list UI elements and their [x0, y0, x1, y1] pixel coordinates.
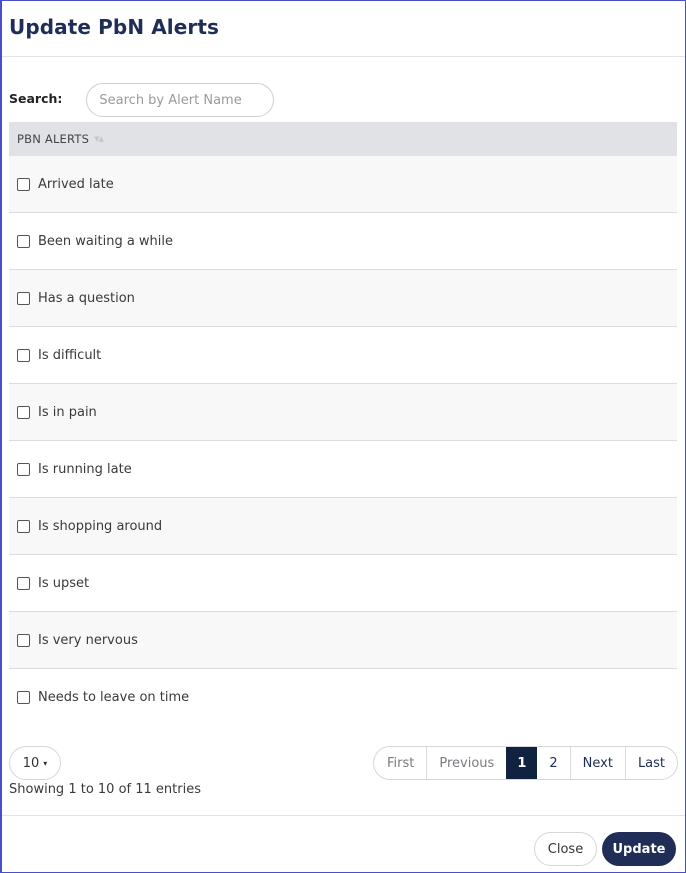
alert-checkbox[interactable]	[17, 576, 30, 590]
alert-checkbox[interactable]	[17, 405, 30, 419]
alert-checkbox[interactable]	[17, 234, 30, 248]
alert-checkbox[interactable]	[17, 691, 30, 704]
table-row[interactable]: Is difficult	[9, 327, 677, 384]
table-row[interactable]: Has a question	[9, 270, 677, 327]
alert-label: Needs to leave on time	[38, 690, 190, 705]
alert-label: Been waiting a while	[38, 233, 174, 249]
table-row[interactable]: Is running late	[9, 441, 677, 498]
alert-checkbox[interactable]	[17, 519, 30, 533]
column-header-pbn-alerts[interactable]: PBN ALERTS ▼▲	[9, 122, 677, 156]
table-row[interactable]: Is upset	[9, 555, 677, 612]
alert-checkbox[interactable]	[17, 633, 30, 647]
entries-info: Showing 1 to 10 of 11 entries	[9, 782, 201, 797]
alert-checkbox[interactable]	[17, 177, 30, 191]
caret-down-icon: ▾	[43, 758, 48, 768]
dialog-header: Update PbN Alerts	[2, 1, 685, 57]
pagination: First Previous 1 2 Next Last	[373, 746, 679, 780]
table-row[interactable]: Is in pain	[9, 384, 677, 441]
pagination-page-2[interactable]: 2	[537, 747, 569, 779]
alert-label: Is in pain	[38, 404, 97, 420]
table-row[interactable]: Needs to leave on time	[9, 669, 677, 726]
alert-label: Is upset	[38, 575, 90, 591]
update-pbn-alerts-dialog: Update PbN Alerts Search: PBN ALERTS ▼▲ …	[0, 0, 686, 873]
column-header-label: PBN ALERTS	[17, 132, 90, 146]
alerts-table: PBN ALERTS ▼▲ Arrived late Been waiting a…	[9, 122, 677, 726]
pagination-previous-button[interactable]: Previous	[426, 747, 506, 779]
alert-label: Is very nervous	[38, 632, 138, 648]
table-body: Arrived late Been waiting a while Has a qu…	[9, 156, 677, 726]
page-length-select[interactable]: 10 ▾	[9, 746, 61, 780]
table-row[interactable]: Is shopping around	[9, 498, 677, 555]
page-length-value: 10	[22, 755, 40, 771]
alert-label: Is difficult	[38, 347, 102, 363]
sort-icon: ▼▲	[94, 135, 104, 143]
pagination-next-button[interactable]: Next	[569, 747, 625, 779]
alert-label: Arrived late	[38, 176, 114, 192]
pagination-first-button[interactable]: First	[374, 747, 426, 779]
alert-checkbox[interactable]	[17, 291, 30, 305]
table-row[interactable]: Been waiting a while	[9, 213, 677, 270]
dialog-footer: Close Update	[2, 815, 685, 873]
alert-checkbox[interactable]	[17, 348, 30, 362]
alert-label: Has a question	[38, 290, 135, 306]
close-button[interactable]: Close	[534, 832, 597, 866]
dialog-title: Update PbN Alerts	[9, 15, 220, 39]
search-row: Search:	[9, 83, 275, 117]
search-input[interactable]	[86, 83, 275, 117]
pagination-page-1[interactable]: 1	[506, 747, 538, 779]
table-row[interactable]: Is very nervous	[9, 612, 677, 669]
update-button[interactable]: Update	[602, 832, 676, 866]
table-row[interactable]: Arrived late	[9, 156, 677, 213]
alert-checkbox[interactable]	[17, 462, 30, 476]
search-label: Search:	[9, 90, 63, 106]
alert-label: Is running late	[38, 461, 132, 477]
pagination-last-button[interactable]: Last	[624, 747, 677, 779]
alert-label: Is shopping around	[38, 518, 163, 534]
